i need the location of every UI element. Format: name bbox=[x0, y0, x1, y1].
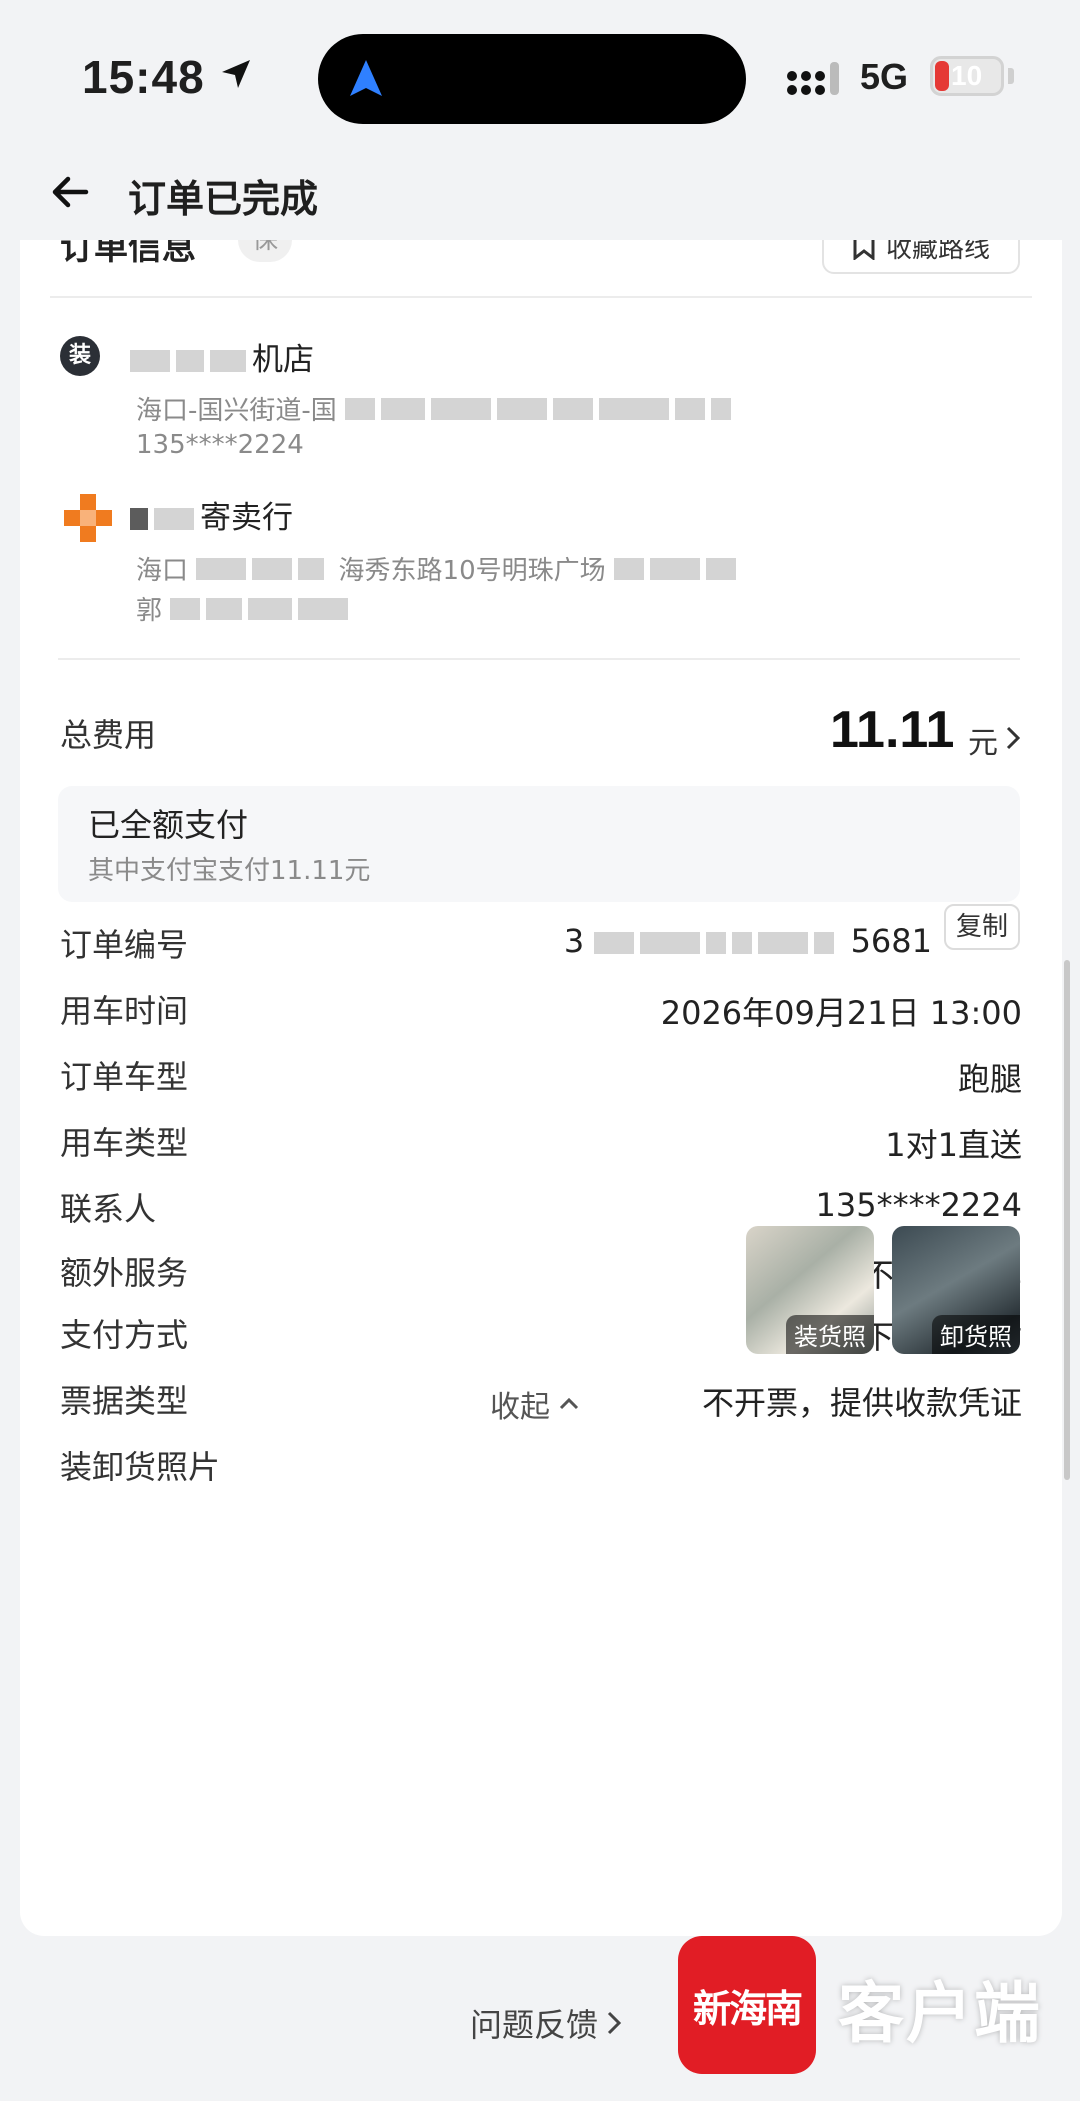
collapse-label: 收起 bbox=[490, 1390, 550, 1425]
divider bbox=[50, 296, 1032, 298]
divider bbox=[58, 658, 1020, 660]
unload-address-name: 寄卖行 bbox=[130, 492, 293, 538]
privacy-mosaic bbox=[130, 502, 200, 538]
use-time-label: 用车时间 bbox=[60, 992, 189, 1030]
chevron-right-icon[interactable] bbox=[1004, 724, 1022, 752]
payment-method-label: 支付方式 bbox=[60, 1316, 189, 1354]
payment-summary: 已全额支付 其中支付宝支付11.11元 bbox=[58, 786, 1020, 902]
invoice-type-value: 不开票，提供收款凭证 bbox=[701, 1384, 1022, 1422]
load-photo-tag: 装货照 bbox=[786, 1315, 874, 1354]
use-time-value: 2026年09月21日 13:00 bbox=[660, 994, 1022, 1032]
load-address-line: 海口-国兴街道-国 bbox=[136, 390, 737, 427]
back-arrow-icon[interactable] bbox=[46, 168, 94, 216]
copy-order-no-button[interactable]: 复制 bbox=[944, 904, 1020, 950]
status-bar: 15:48 5G 10 bbox=[0, 0, 1080, 150]
nav-bar: 订单已完成 bbox=[0, 150, 1080, 240]
load-address-name: 机店 bbox=[130, 334, 314, 380]
battery-icon: 10 bbox=[930, 56, 1004, 96]
total-fee-amount[interactable]: 11.11 bbox=[830, 700, 954, 760]
load-address-phone: 135****2224 bbox=[136, 430, 304, 460]
page-title: 订单已完成 bbox=[128, 177, 319, 221]
feedback-label: 问题反馈 bbox=[470, 2006, 599, 2044]
contact-value: 135****2224 bbox=[815, 1186, 1022, 1224]
order-card: 订单信息 保 收藏路线 装 机店 海口-国兴街道-国 135****2224 寄… bbox=[20, 200, 1062, 1936]
order-no-value: 3 5681 bbox=[563, 922, 932, 962]
unload-address-line: 海口 海秀东路10号明珠广场 bbox=[136, 550, 742, 587]
battery-percent: 10 bbox=[951, 60, 983, 91]
contact-label: 联系人 bbox=[60, 1190, 157, 1228]
privacy-mosaic bbox=[594, 924, 840, 962]
vehicle-type-value: 跑腿 bbox=[957, 1060, 1022, 1098]
chevron-up-icon bbox=[559, 1397, 579, 1410]
privacy-mosaic bbox=[613, 557, 742, 587]
invoice-type-label: 票据类型 bbox=[60, 1382, 189, 1420]
photos-label: 装卸货照片 bbox=[60, 1448, 221, 1486]
chevron-right-icon bbox=[607, 2011, 622, 2035]
unload-address-contact: 郭 bbox=[136, 590, 354, 627]
dynamic-island bbox=[318, 34, 746, 124]
battery-cap bbox=[1008, 68, 1014, 84]
privacy-mosaic bbox=[345, 397, 737, 427]
unload-photo-tag: 卸货照 bbox=[932, 1315, 1020, 1354]
collapse-button[interactable]: 收起 bbox=[490, 1382, 580, 1426]
privacy-mosaic bbox=[130, 344, 252, 380]
use-type-value: 1对1直送 bbox=[885, 1126, 1022, 1164]
paid-detail: 其中支付宝支付11.11元 bbox=[88, 856, 371, 886]
battery-level bbox=[935, 61, 949, 91]
privacy-mosaic bbox=[170, 597, 354, 627]
watermark-logo: 新海南 bbox=[678, 1936, 816, 2074]
total-fee-unit: 元 bbox=[968, 726, 998, 761]
use-type-label: 用车类型 bbox=[60, 1124, 189, 1162]
scrollbar[interactable] bbox=[1064, 960, 1070, 1480]
total-fee-label: 总费用 bbox=[60, 716, 157, 754]
unload-photo-thumbnail[interactable]: 卸货照 bbox=[892, 1226, 1020, 1354]
navigation-icon bbox=[350, 60, 382, 96]
vehicle-type-label: 订单车型 bbox=[60, 1058, 189, 1096]
order-no-label: 订单编号 bbox=[60, 926, 189, 964]
privacy-mosaic bbox=[196, 557, 330, 587]
extra-service-label: 额外服务 bbox=[60, 1254, 189, 1292]
paid-status: 已全额支付 bbox=[88, 806, 249, 844]
status-time: 15:48 bbox=[82, 51, 205, 103]
location-arrow-icon bbox=[222, 60, 250, 88]
shop-icon bbox=[64, 494, 112, 542]
signal-strength-icon bbox=[787, 62, 839, 95]
feedback-link[interactable]: 问题反馈 bbox=[470, 2000, 622, 2046]
load-photo-thumbnail[interactable]: 装货照 bbox=[746, 1226, 874, 1354]
load-point-icon: 装 bbox=[60, 336, 100, 376]
watermark-text: 客户端 bbox=[838, 1974, 1042, 2052]
network-type: 5G bbox=[860, 56, 909, 97]
